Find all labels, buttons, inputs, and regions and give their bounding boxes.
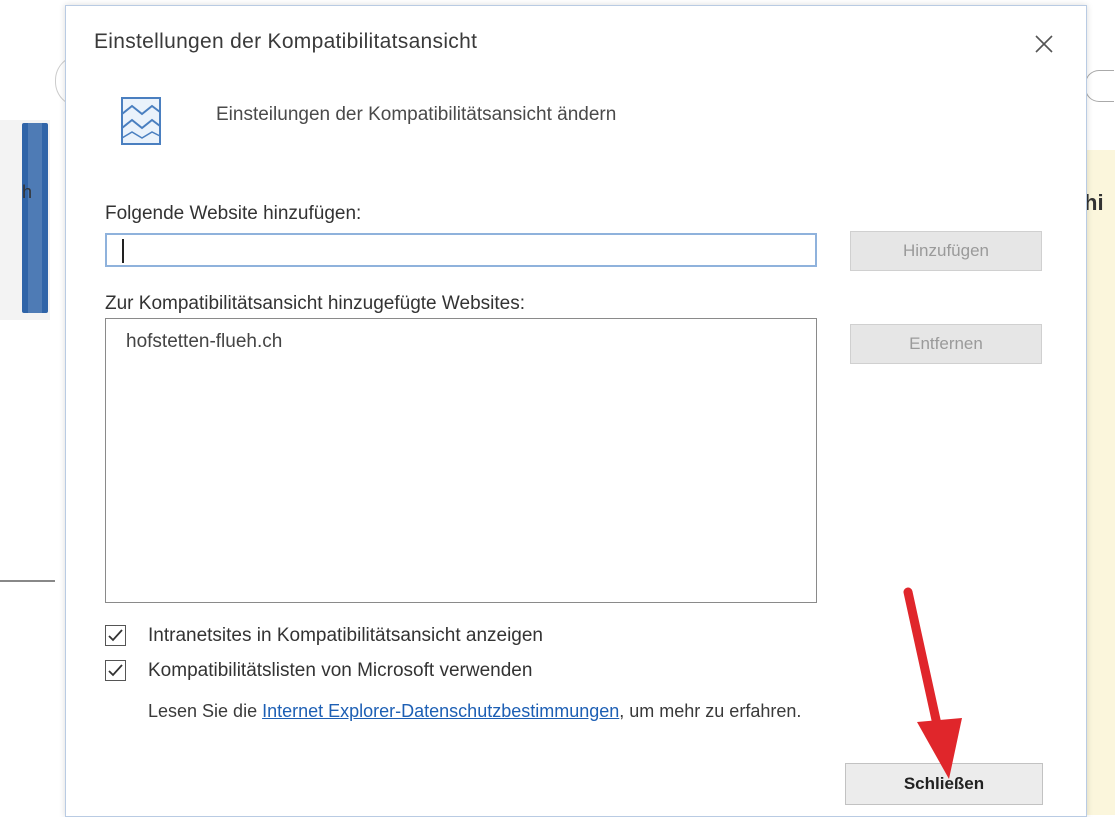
intranet-checkbox[interactable] [105,625,126,646]
text-cursor [122,239,124,263]
website-input[interactable] [105,233,817,267]
privacy-prefix: Lesen Sie die [148,701,263,721]
background-notification-bar [1085,150,1115,815]
added-websites-label: Zur Kompatibilitätsansicht hinzugefügte … [105,293,525,314]
privacy-notice: Lesen Sie die Internet Explorer-Datensch… [148,699,1078,724]
remove-button[interactable]: Entfernen [850,324,1042,364]
compatibility-view-dialog: Einstellungen der Kompatibilitatsansicht… [65,5,1087,817]
background-left-text: h [22,182,33,202]
close-icon[interactable] [1026,26,1062,62]
background-selected-tab [22,123,48,313]
websites-list[interactable]: hofstetten-flueh.ch [105,318,817,603]
compatibility-view-icon [118,94,170,150]
privacy-suffix: , um mehr zu erfahren. [619,701,802,721]
background-address-edge [1085,70,1114,102]
close-button[interactable]: Schließen [845,763,1043,805]
dialog-title: Einstellungen der Kompatibilitatsansicht [94,30,478,53]
background-divider [0,580,55,582]
add-button[interactable]: Hinzufügen [850,231,1042,271]
microsoft-lists-checkbox[interactable] [105,660,126,681]
intranet-checkbox-label: Intranetsites in Kompatibilitätsansicht … [148,625,544,646]
list-item[interactable]: hofstetten-flueh.ch [126,331,282,353]
microsoft-lists-checkbox-label: Kompatibilitätslisten von Microsoft verw… [148,660,533,681]
dialog-header-text: Einsteilungen der Kompatibilitätsansicht… [216,104,617,125]
privacy-link[interactable]: Internet Explorer-Datenschutzbestimmunge… [262,701,619,721]
add-website-label: Folgende Website hinzufügen: [105,203,362,224]
